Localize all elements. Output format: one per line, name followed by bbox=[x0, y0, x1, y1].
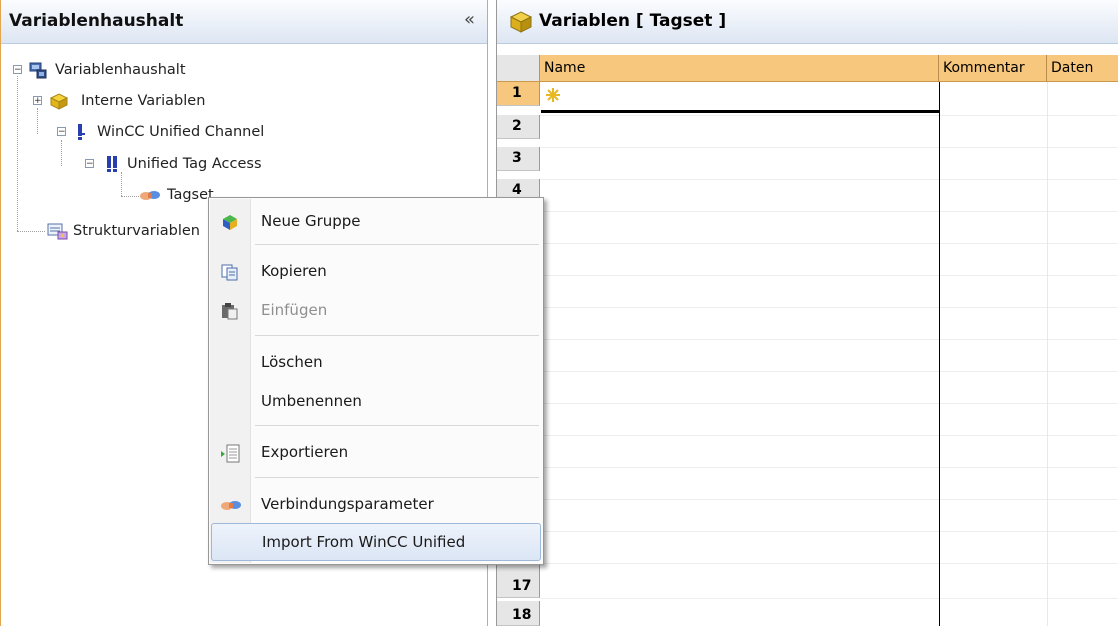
menu-item-loeschen[interactable]: Löschen bbox=[211, 343, 541, 381]
column-header-name[interactable]: Name bbox=[540, 55, 939, 82]
editor-title: Variablen [ Tagset ] bbox=[539, 11, 727, 31]
menu-separator bbox=[255, 335, 539, 336]
menu-item-label: Löschen bbox=[261, 353, 323, 371]
expand-icon[interactable]: + bbox=[33, 96, 42, 106]
row-header[interactable]: 2 bbox=[497, 115, 540, 139]
grid-header-row: Name Kommentar Daten bbox=[540, 55, 1118, 82]
menu-item-exportieren[interactable]: Exportieren bbox=[211, 433, 541, 471]
tree-item-label: Unified Tag Access bbox=[127, 156, 262, 172]
structure-tags-icon bbox=[47, 222, 69, 248]
collapse-icon[interactable]: − bbox=[57, 127, 66, 137]
collapse-panel-button[interactable]: « bbox=[464, 11, 475, 29]
menu-item-kopieren[interactable]: Kopieren bbox=[211, 252, 541, 290]
row-header[interactable]: 17 bbox=[497, 570, 540, 598]
menu-item-neue-gruppe[interactable]: Neue Gruppe bbox=[211, 202, 541, 240]
menu-item-label: Neue Gruppe bbox=[261, 212, 361, 230]
menu-separator bbox=[255, 244, 539, 245]
column-header-kommentar[interactable]: Kommentar bbox=[939, 55, 1047, 82]
menu-item-label: Import From WinCC Unified bbox=[262, 533, 466, 551]
channel-icon bbox=[75, 123, 87, 149]
connection-parameters-icon bbox=[221, 496, 241, 514]
row-header[interactable]: 18 bbox=[497, 601, 540, 626]
new-tag-cell[interactable] bbox=[541, 83, 940, 113]
context-menu: Neue Gruppe Kopieren Einfügen Löschen Um… bbox=[208, 197, 544, 565]
column-divider bbox=[1047, 82, 1048, 626]
tags-editor-panel: Variablen [ Tagset ] Name Kommentar Date… bbox=[496, 0, 1118, 626]
tagset-handshake-icon bbox=[139, 186, 161, 212]
export-icon bbox=[221, 444, 240, 463]
paste-icon bbox=[221, 302, 239, 320]
tree-item-label: WinCC Unified Channel bbox=[97, 124, 265, 140]
column-divider bbox=[939, 82, 940, 626]
copy-icon bbox=[221, 263, 239, 281]
tree-item-label: Variablenhaushalt bbox=[55, 62, 186, 78]
editor-header: Variablen [ Tagset ] bbox=[497, 0, 1118, 44]
menu-item-label: Einfügen bbox=[261, 301, 328, 319]
panel-title: Variablenhaushalt bbox=[9, 11, 184, 31]
tag-management-icon bbox=[29, 61, 47, 87]
menu-item-import-from-wincc-unified[interactable]: Import From WinCC Unified bbox=[211, 523, 541, 561]
new-group-icon bbox=[221, 213, 239, 231]
menu-item-label: Umbenennen bbox=[261, 392, 362, 410]
menu-item-einfuegen[interactable]: Einfügen bbox=[211, 291, 541, 329]
menu-item-verbindungsparameter[interactable]: Verbindungsparameter bbox=[211, 485, 541, 523]
menu-item-umbenennen[interactable]: Umbenennen bbox=[211, 382, 541, 420]
row-header[interactable]: 3 bbox=[497, 147, 540, 171]
internal-tags-icon bbox=[49, 92, 71, 118]
menu-separator bbox=[255, 477, 539, 478]
tree-item-label: Tagset bbox=[167, 187, 214, 203]
panel-header: Variablenhaushalt « bbox=[1, 0, 487, 44]
grid-corner bbox=[497, 55, 540, 82]
menu-item-label: Verbindungsparameter bbox=[261, 495, 434, 513]
connection-icon bbox=[105, 155, 119, 181]
row-header[interactable]: 1 bbox=[497, 82, 540, 106]
menu-item-label: Kopieren bbox=[261, 262, 327, 280]
new-row-star-icon bbox=[545, 87, 561, 107]
menu-item-label: Exportieren bbox=[261, 443, 349, 461]
column-header-daten[interactable]: Daten bbox=[1047, 55, 1118, 82]
menu-separator bbox=[255, 425, 539, 426]
tree-item-label: Strukturvariablen bbox=[73, 223, 200, 239]
collapse-icon[interactable]: − bbox=[13, 65, 22, 75]
tree-item-label: Interne Variablen bbox=[81, 93, 206, 109]
collapse-icon[interactable]: − bbox=[85, 159, 94, 169]
tag-cube-icon bbox=[509, 11, 533, 37]
